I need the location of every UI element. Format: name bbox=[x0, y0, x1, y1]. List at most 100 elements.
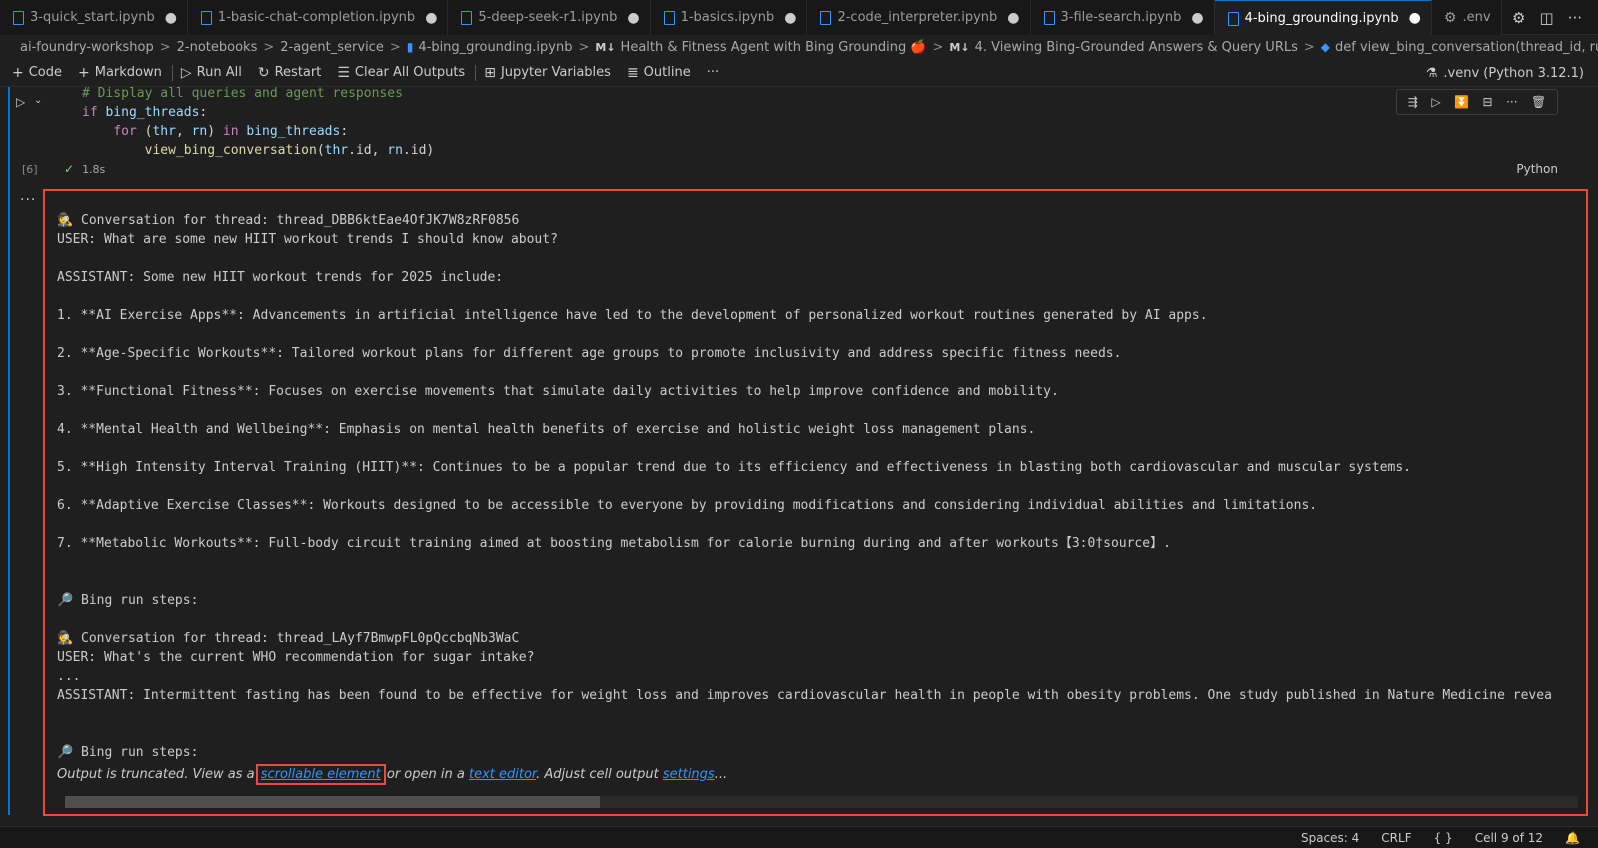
output-line: USER: What's the current WHO recommendat… bbox=[57, 650, 535, 665]
flask-icon: ⚗ bbox=[1425, 65, 1438, 81]
breadcrumb-item[interactable]: 4-bing_grounding.ipynb bbox=[418, 40, 572, 55]
settings-gear-icon[interactable]: ⚙ bbox=[1512, 9, 1525, 27]
breadcrumb-item[interactable]: 2-agent_service bbox=[280, 40, 384, 55]
restart-label: Restart bbox=[274, 65, 322, 80]
modified-dot-icon[interactable]: ● bbox=[425, 10, 437, 26]
modified-dot-icon[interactable]: ● bbox=[165, 10, 177, 26]
truncation-notice: Output is truncated. View as a scrollabl… bbox=[57, 764, 728, 785]
text-editor-link[interactable]: text editor bbox=[469, 767, 536, 782]
split-cell-icon[interactable]: ⊟ bbox=[1483, 95, 1493, 109]
restart-icon: ↻ bbox=[257, 64, 270, 81]
code-variable: rn bbox=[191, 124, 208, 139]
tab-1-basics[interactable]: 1-basics.ipynb ● bbox=[650, 0, 808, 35]
chevron-right-icon: > bbox=[578, 39, 590, 55]
kernel-picker[interactable]: ⚗ .venv (Python 3.12.1) bbox=[1426, 59, 1584, 87]
more-icon[interactable]: ··· bbox=[1506, 95, 1517, 109]
indentation-status[interactable]: Spaces: 4 bbox=[1301, 831, 1359, 845]
check-icon: ✓ bbox=[64, 162, 75, 176]
code-cell[interactable]: ▷ ⌄ # Display all queries and agent resp… bbox=[0, 84, 1598, 182]
output-line: 2. **Age-Specific Workouts**: Tailored w… bbox=[57, 346, 1122, 361]
trunc-ellipsis: ... bbox=[714, 767, 728, 782]
split-editor-icon[interactable]: ◫ bbox=[1540, 9, 1554, 27]
cell-output[interactable]: 🕵 Conversation for thread: thread_DBB6kt… bbox=[43, 189, 1588, 816]
toolbar-divider bbox=[475, 64, 477, 81]
breadcrumb: ai-foundry-workshop > 2-notebooks > 2-ag… bbox=[0, 36, 1598, 58]
breadcrumb-item[interactable]: def view_bing_conversation(thread_id, ru… bbox=[1335, 40, 1598, 55]
output-line: 4. **Mental Health and Wellbeing**: Emph… bbox=[57, 422, 1036, 437]
execute-cell-icon[interactable]: ▷ bbox=[1431, 95, 1440, 109]
modified-dot-icon[interactable]: ● bbox=[1007, 10, 1019, 26]
jupyter-variables-button[interactable]: ⊞ Jupyter Variables bbox=[484, 65, 611, 81]
trash-icon[interactable]: 🗑 bbox=[1531, 95, 1546, 109]
more-toolbar-button[interactable]: ··· bbox=[707, 65, 719, 80]
tab-4-bing-grounding[interactable]: 4-bing_grounding.ipynb ● bbox=[1214, 0, 1432, 35]
output-menu-icon[interactable]: ··· bbox=[20, 192, 36, 208]
settings-link[interactable]: settings bbox=[663, 767, 715, 782]
run-cell-icon[interactable]: ▷ bbox=[16, 95, 25, 109]
variables-icon: ⊞ bbox=[484, 64, 496, 81]
tab-5-deep-seek-r1[interactable]: 5-deep-seek-r1.ipynb ● bbox=[448, 0, 651, 35]
output-line: 🔎 Bing run steps: bbox=[57, 593, 199, 608]
clear-outputs-button[interactable]: ☰ Clear All Outputs bbox=[337, 65, 465, 81]
language-braces-status[interactable]: { } bbox=[1434, 831, 1453, 845]
markdown-icon: M↓ bbox=[949, 40, 970, 54]
modified-dot-icon[interactable]: ● bbox=[627, 10, 639, 26]
tab-env[interactable]: ⚙ .env bbox=[1431, 0, 1502, 35]
restart-button[interactable]: ↻ Restart bbox=[258, 65, 321, 81]
execution-time: 1.8s bbox=[82, 163, 106, 176]
code-variable: rn bbox=[387, 143, 403, 158]
output-line: 🔎 Bing run steps: bbox=[57, 745, 199, 760]
breadcrumb-item[interactable]: 2-notebooks bbox=[177, 40, 258, 55]
code-editor[interactable]: # Display all queries and agent response… bbox=[82, 84, 434, 160]
chevron-right-icon: > bbox=[263, 39, 275, 55]
more-actions-icon[interactable]: ··· bbox=[1568, 9, 1582, 27]
code-variable: bing_threads bbox=[246, 124, 341, 139]
trunc-suffix: . Adjust cell output bbox=[536, 767, 659, 782]
tab-3-quick-start[interactable]: 3-quick_start.ipynb ● bbox=[0, 0, 188, 35]
status-bar: Spaces: 4 CRLF { } Cell 9 of 12 🔔 bbox=[0, 826, 1598, 848]
output-line: 6. **Adaptive Exercise Classes**: Workou… bbox=[57, 498, 1318, 513]
code-keyword: if bbox=[82, 105, 98, 120]
modified-dot-icon[interactable]: ● bbox=[784, 10, 796, 26]
horizontal-scrollbar[interactable] bbox=[65, 796, 1578, 808]
more-label: ··· bbox=[706, 65, 720, 80]
breadcrumb-item[interactable]: Health & Fitness Agent with Bing Groundi… bbox=[621, 40, 927, 55]
output-line: ASSISTANT: Intermittent fasting has been… bbox=[57, 688, 1552, 703]
output-line: 3. **Functional Fitness**: Focuses on ex… bbox=[57, 384, 1059, 399]
breadcrumb-item[interactable]: ai-foundry-workshop bbox=[20, 40, 154, 55]
execute-above-icon[interactable]: ⇶ bbox=[1408, 95, 1418, 109]
notebook-file-icon bbox=[663, 11, 675, 25]
scrollbar-thumb[interactable] bbox=[65, 796, 600, 808]
run-all-button[interactable]: ▷ Run All bbox=[181, 65, 242, 81]
line-ending-status[interactable]: CRLF bbox=[1381, 831, 1411, 845]
trunc-prefix: Output is truncated. View as a bbox=[57, 767, 255, 782]
cell-position-status[interactable]: Cell 9 of 12 bbox=[1475, 831, 1543, 845]
add-code-cell-button[interactable]: + Code bbox=[12, 65, 62, 81]
execute-below-icon[interactable]: ⏬ bbox=[1454, 95, 1469, 109]
chevron-down-icon[interactable]: ⌄ bbox=[34, 95, 42, 106]
add-markdown-cell-button[interactable]: + Markdown bbox=[78, 65, 162, 81]
outline-button[interactable]: ≣ Outline bbox=[627, 65, 691, 81]
bell-icon[interactable]: 🔔 bbox=[1565, 831, 1580, 845]
tab-1-basic-chat-completion[interactable]: 1-basic-chat-completion.ipynb ● bbox=[187, 0, 449, 35]
output-line: 🕵 Conversation for thread: thread_DBB6kt… bbox=[57, 213, 520, 228]
add-markdown-label: Markdown bbox=[94, 65, 162, 80]
breadcrumb-item[interactable]: 4. Viewing Bing-Grounded Answers & Query… bbox=[975, 40, 1298, 55]
output-line: 🕵 Conversation for thread: thread_LAyf7B… bbox=[57, 631, 520, 646]
clear-outputs-label: Clear All Outputs bbox=[354, 65, 466, 80]
tab-3-file-search[interactable]: 3-file-search.ipynb ● bbox=[1030, 0, 1215, 35]
modified-dot-icon[interactable]: ● bbox=[1191, 10, 1203, 26]
list-icon: ≣ bbox=[626, 64, 639, 81]
code-variable: bing_threads bbox=[105, 105, 200, 120]
cell-language[interactable]: Python bbox=[1516, 162, 1558, 176]
output-line: ... bbox=[57, 669, 81, 684]
output-line: 1. **AI Exercise Apps**: Advancements in… bbox=[57, 308, 1208, 323]
scrollable-element-link[interactable]: scrollable element bbox=[255, 764, 386, 785]
modified-dot-icon[interactable]: ● bbox=[1409, 10, 1421, 26]
tab-2-code-interpreter[interactable]: 2-code_interpreter.ipynb ● bbox=[807, 0, 1031, 35]
